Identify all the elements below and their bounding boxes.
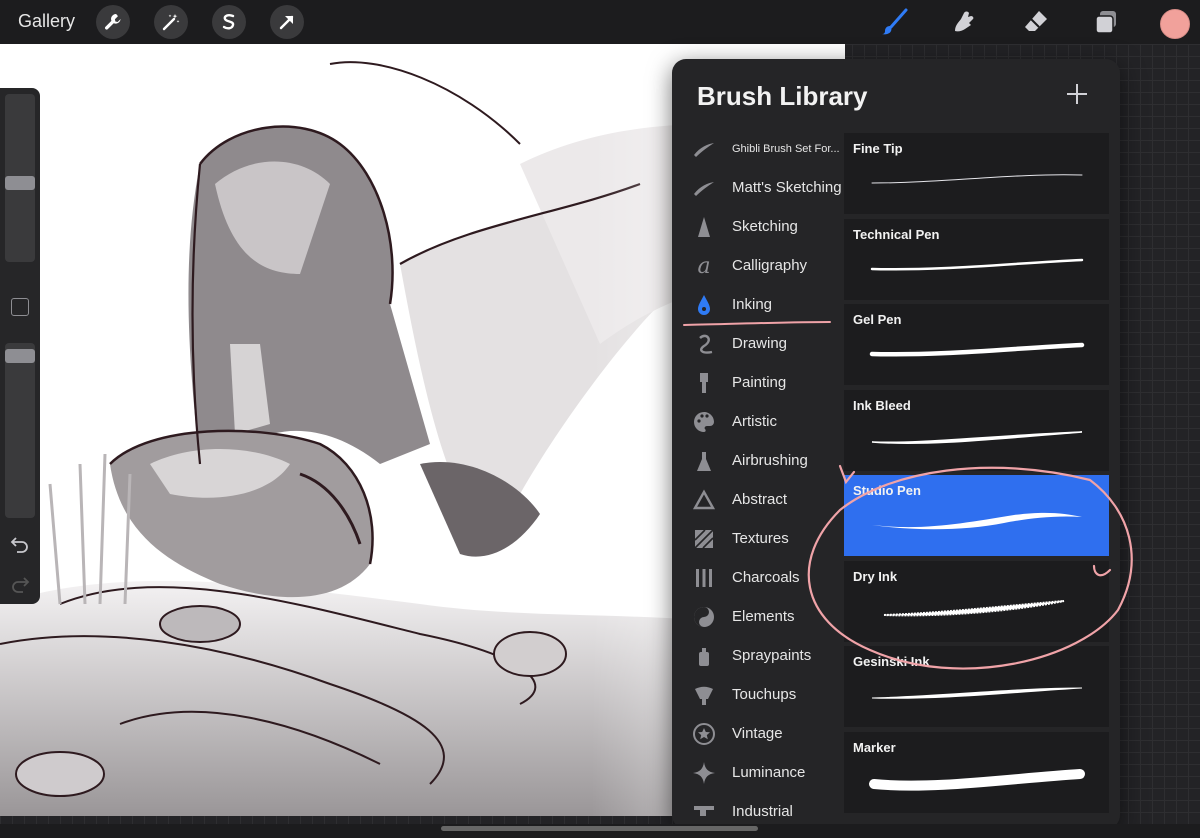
brush-size-slider[interactable]: [5, 94, 35, 262]
brush-gel-pen[interactable]: Gel Pen: [844, 304, 1109, 385]
category-textures[interactable]: Textures: [672, 521, 844, 560]
stroke-thumbnail-icon: [692, 137, 716, 161]
brush-technical-pen[interactable]: Technical Pen: [844, 219, 1109, 300]
brush-fine-tip[interactable]: Fine Tip: [844, 133, 1109, 214]
paintbrush-icon: [692, 371, 716, 395]
squiggle-icon: [692, 332, 716, 356]
brush-dry-ink[interactable]: Dry Ink: [844, 561, 1109, 642]
brush-stroke-preview: [870, 258, 1084, 271]
brush-library-panel: Brush Library Ghibli Brush Set For... Ma…: [672, 59, 1120, 829]
brush-stroke-preview: [871, 174, 1083, 184]
brush-icon[interactable]: [878, 6, 910, 38]
modify-square-icon[interactable]: [11, 298, 29, 316]
sidebar: [0, 88, 40, 604]
panel-title: Brush Library: [697, 81, 868, 111]
plus-icon[interactable]: [1064, 81, 1090, 107]
brush-size-thumb[interactable]: [5, 176, 35, 190]
layers-icon[interactable]: [1090, 6, 1122, 38]
triangle-icon: [692, 488, 716, 512]
category-vintage[interactable]: Vintage: [672, 716, 844, 755]
category-spraypaints[interactable]: Spraypaints: [672, 638, 844, 677]
category-inking[interactable]: Inking: [672, 287, 844, 326]
spray-can-icon: [692, 644, 716, 668]
category-abstract[interactable]: Abstract: [672, 482, 844, 521]
eraser-icon[interactable]: [1020, 6, 1052, 38]
opacity-thumb[interactable]: [5, 349, 35, 363]
brush-ink-bleed[interactable]: Ink Bleed: [844, 390, 1109, 471]
category-elements[interactable]: Elements: [672, 599, 844, 638]
top-toolbar: Gallery: [0, 0, 1200, 44]
anvil-icon: [692, 800, 716, 824]
category-touchups[interactable]: Touchups: [672, 677, 844, 716]
category-sketching[interactable]: Sketching: [672, 209, 844, 248]
hatched-square-icon: [692, 527, 716, 551]
brush-stroke-preview: [872, 512, 1082, 530]
opacity-slider[interactable]: [5, 343, 35, 518]
touchup-icon: [692, 683, 716, 707]
category-ghibli-brush-set[interactable]: Ghibli Brush Set For...: [672, 131, 844, 170]
category-airbrushing[interactable]: Airbrushing: [672, 443, 844, 482]
calligraphy-a-icon: a: [697, 253, 711, 279]
category-luminance[interactable]: Luminance: [672, 755, 844, 794]
redo-icon[interactable]: [10, 575, 30, 593]
undo-icon[interactable]: [10, 535, 30, 553]
brush-stroke-preview: [871, 687, 1083, 699]
brush-studio-pen[interactable]: Studio Pen: [844, 475, 1109, 556]
brush-stroke-preview: [883, 600, 1065, 617]
category-painting[interactable]: Painting: [672, 365, 844, 404]
smudge-icon[interactable]: [948, 6, 980, 38]
star-badge-icon: [692, 722, 716, 746]
brush-marker[interactable]: Marker: [844, 732, 1109, 813]
airbrush-icon: [692, 449, 716, 473]
category-charcoals[interactable]: Charcoals: [672, 560, 844, 599]
color-picker-button[interactable]: [1160, 9, 1190, 39]
stroke-thumbnail-icon: [692, 176, 716, 200]
category-calligraphy[interactable]: a Calligraphy: [672, 248, 844, 287]
palette-icon: [692, 410, 716, 434]
brush-stroke-preview: [871, 431, 1083, 445]
gallery-button[interactable]: Gallery: [18, 11, 75, 32]
category-matts-sketching[interactable]: Matt's Sketching: [672, 170, 844, 209]
selection-icon[interactable]: [212, 5, 246, 39]
brush-gesinski-ink[interactable]: Gesinski Ink: [844, 646, 1109, 727]
pen-nib-icon: [692, 293, 716, 317]
charcoal-sticks-icon: [692, 566, 716, 590]
wrench-icon[interactable]: [96, 5, 130, 39]
category-drawing[interactable]: Drawing: [672, 326, 844, 365]
sparkle-icon: [692, 761, 716, 785]
transform-arrow-icon[interactable]: [270, 5, 304, 39]
category-artistic[interactable]: Artistic: [672, 404, 844, 443]
magic-wand-icon[interactable]: [154, 5, 188, 39]
pencil-tip-icon: [692, 215, 716, 239]
brush-stroke-preview: [869, 342, 1085, 357]
home-indicator[interactable]: [441, 826, 758, 831]
yin-yang-icon: [692, 605, 716, 629]
brush-stroke-preview: [869, 769, 1085, 791]
